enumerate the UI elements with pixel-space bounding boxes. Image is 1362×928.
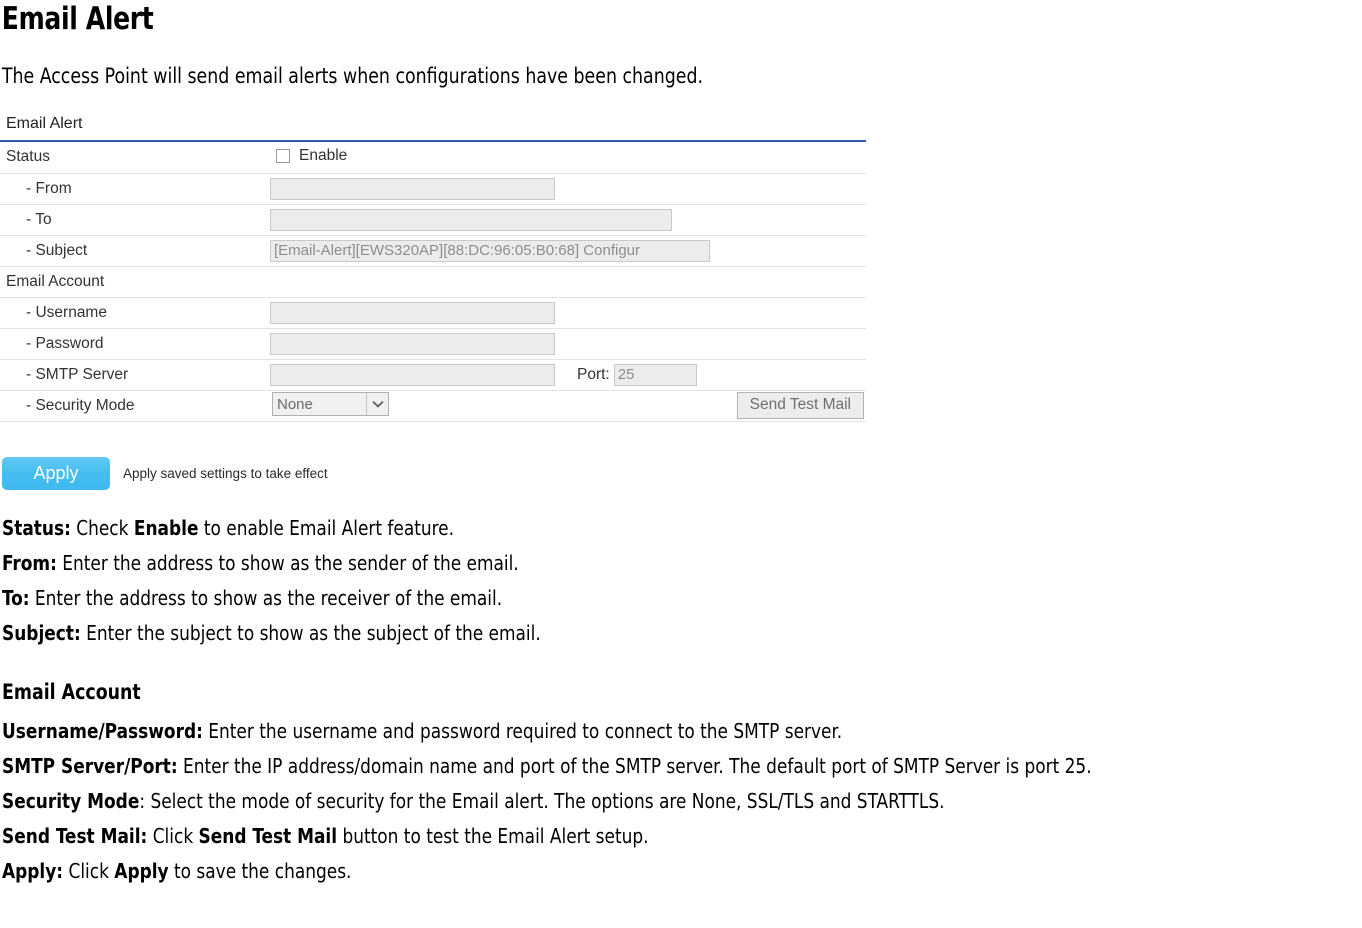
description-bold-send-test-mail: Send Test Mail <box>198 824 338 848</box>
description-to: To: Enter the address to show as the rec… <box>2 586 1253 610</box>
row-value-security-mode: None Send Test Mail <box>270 390 866 422</box>
row-value-email-account <box>270 266 866 298</box>
security-mode-select[interactable]: None <box>272 392 389 416</box>
table-row-subject: - Subject [Email-Alert][EWS320AP][88:DC:… <box>0 235 866 267</box>
row-label-password: - Password <box>0 328 270 360</box>
row-label-username: - Username <box>0 297 270 329</box>
row-value-status: Enable <box>270 142 866 174</box>
port-label: Port: <box>577 365 610 383</box>
description-text-security-mode: : Select the mode of security for the Em… <box>139 789 945 813</box>
row-label-smtp-server: - SMTP Server <box>0 359 270 391</box>
row-label-status: Status <box>0 142 270 174</box>
description-term-subject: Subject: <box>2 621 81 645</box>
table-row-email-account-header: Email Account <box>0 266 866 298</box>
row-label-email-account: Email Account <box>0 266 270 298</box>
row-value-password <box>270 328 866 360</box>
description-term-send-test-mail: Send Test Mail: <box>2 824 148 848</box>
from-input[interactable] <box>270 177 555 200</box>
description-term-status: Status: <box>2 516 71 540</box>
description-text-from: Enter the address to show as the sender … <box>56 551 519 575</box>
description-username-password: Username/Password: Enter the username an… <box>2 719 1253 743</box>
description-text-smtp-server-port: Enter the IP address/domain name and por… <box>177 754 1092 778</box>
description-from: From: Enter the address to show as the s… <box>2 551 1253 575</box>
description-smtp-server-port: SMTP Server/Port: Enter the IP address/d… <box>2 754 1253 778</box>
table-row-from: - From <box>0 173 866 205</box>
description-send-test-mail: Send Test Mail: Click Send Test Mail but… <box>2 824 1253 848</box>
description-status: Status: Check Enable to enable Email Ale… <box>2 516 1253 540</box>
port-input[interactable]: 25 <box>613 363 697 386</box>
description-text-to: Enter the address to show as the receive… <box>29 586 503 610</box>
description-text-status-2: to enable Email Alert feature. <box>198 516 455 540</box>
security-mode-selected-value: None <box>277 395 313 413</box>
description-security-mode: Security Mode: Select the mode of securi… <box>2 789 1253 813</box>
apply-row: Apply Apply saved settings to take effec… <box>2 457 328 490</box>
description-term-username-password: Username/Password: <box>2 719 203 743</box>
row-label-security-mode: - Security Mode <box>0 390 270 422</box>
description-term-security-mode: Security Mode <box>2 789 140 813</box>
row-value-subject: [Email-Alert][EWS320AP][88:DC:96:05:B0:6… <box>270 235 866 267</box>
apply-button[interactable]: Apply <box>2 457 110 490</box>
row-label-to: - To <box>0 204 270 236</box>
table-row-smtp-server: - SMTP Server Port: 25 <box>0 359 866 391</box>
apply-note: Apply saved settings to take effect <box>123 466 328 481</box>
row-value-from <box>270 173 866 205</box>
description-apply: Apply: Click Apply to save the changes. <box>2 859 1253 883</box>
send-test-mail-button[interactable]: Send Test Mail <box>736 392 864 419</box>
description-term-apply: Apply: <box>2 859 64 883</box>
enable-checkbox-wrap[interactable]: Enable <box>270 147 347 165</box>
description-term-to: To: <box>2 586 30 610</box>
to-input[interactable] <box>270 208 672 231</box>
password-input[interactable] <box>270 332 555 355</box>
enable-checkbox[interactable] <box>276 148 290 163</box>
description-text-username-password: Enter the username and password required… <box>202 719 843 743</box>
subject-input[interactable]: [Email-Alert][EWS320AP][88:DC:96:05:B0:6… <box>270 239 710 262</box>
description-text-status: Check <box>70 516 134 540</box>
table-row-username: - Username <box>0 297 866 329</box>
description-text-apply: Click <box>63 859 115 883</box>
document-body: Email Alert The Access Point will send e… <box>0 0 1362 883</box>
description-subject: Subject: Enter the subject to show as th… <box>2 621 1253 645</box>
table-row-password: - Password <box>0 328 866 360</box>
description-text-apply-2: to save the changes. <box>168 859 352 883</box>
settings-table: Status Enable - From - To - Subject [Ema… <box>0 142 866 422</box>
row-value-to <box>270 204 866 236</box>
username-input[interactable] <box>270 301 555 324</box>
description-block: Status: Check Enable to enable Email Ale… <box>2 516 1362 894</box>
row-value-username <box>270 297 866 329</box>
description-text-send-test-mail: Click <box>147 824 199 848</box>
description-heading-email-account: Email Account <box>2 680 141 704</box>
email-alert-config-panel: Email Alert Status Enable - From - To - … <box>0 110 866 422</box>
description-text-send-test-mail-2: button to test the Email Alert setup. <box>337 824 649 848</box>
description-bold-apply: Apply <box>114 859 169 883</box>
table-row-status: Status Enable <box>0 142 866 174</box>
row-label-subject: - Subject <box>0 235 270 267</box>
description-term-from: From: <box>2 551 57 575</box>
enable-checkbox-label: Enable <box>299 146 348 164</box>
table-row-security-mode: - Security Mode None Send Test Mail <box>0 390 866 422</box>
panel-section-title: Email Alert <box>6 115 83 132</box>
row-value-smtp-server: Port: 25 <box>270 359 866 391</box>
description-text-subject: Enter the subject to show as the subject… <box>80 621 541 645</box>
row-label-from: - From <box>0 173 270 205</box>
description-bold-enable: Enable <box>133 516 199 540</box>
table-row-to: - To <box>0 204 866 236</box>
description-term-smtp-server-port: SMTP Server/Port: <box>2 754 178 778</box>
chevron-down-icon[interactable] <box>366 393 388 415</box>
intro-paragraph: The Access Point will send email alerts … <box>1 64 704 88</box>
page-title: Email Alert <box>1 1 154 37</box>
smtp-server-input[interactable] <box>270 363 555 386</box>
